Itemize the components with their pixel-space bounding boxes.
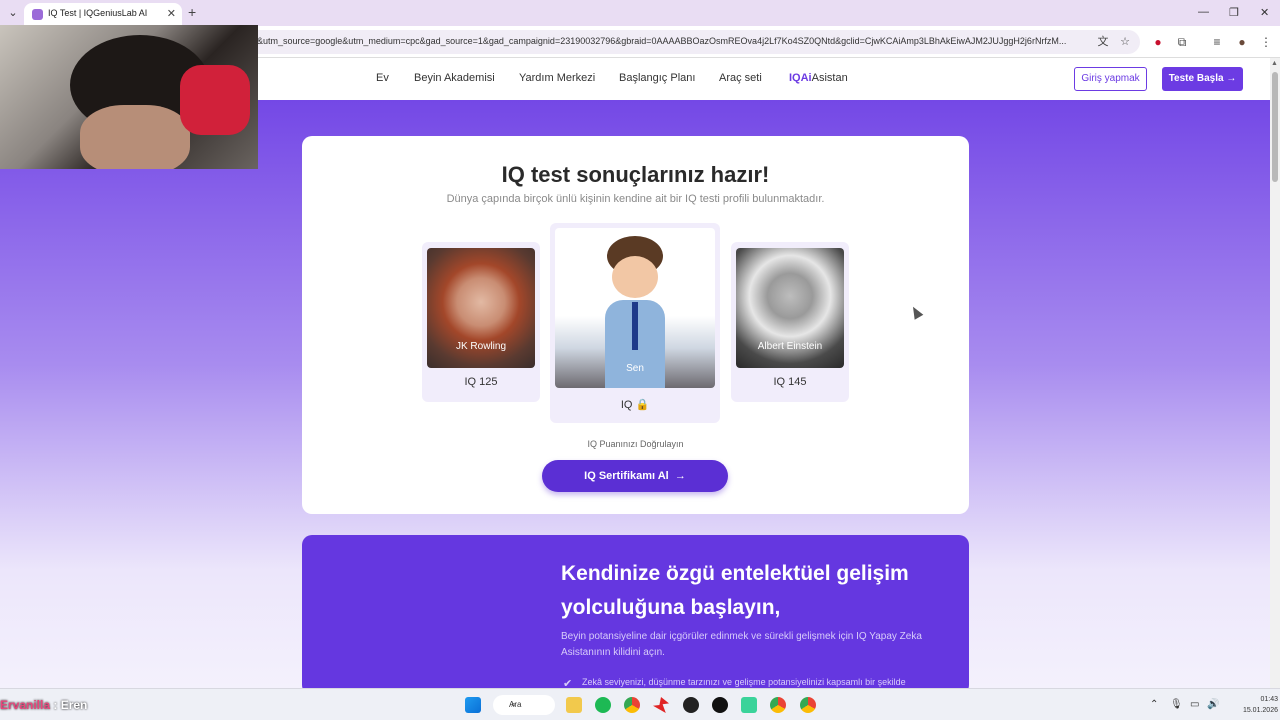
page-content: IQ test sonuçlarınız hazır! Dünya çapınd… — [0, 100, 1270, 695]
promo-section: Kendinize özgü entelektüel gelişim yolcu… — [302, 535, 969, 695]
refresh-app-icon[interactable] — [741, 697, 757, 713]
new-tab-icon[interactable]: + — [188, 4, 196, 20]
avatar-face — [612, 256, 658, 298]
arrow-right-icon: → — [1226, 73, 1237, 84]
stream-chat-separator: : — [50, 698, 61, 712]
scroll-up-icon[interactable]: ▲ — [1271, 60, 1278, 67]
taskbar-clock[interactable]: 01:43 15.01.2026 — [1226, 694, 1278, 716]
search-icon: ⌕ — [511, 699, 517, 709]
window-close-icon[interactable]: ✕ — [1260, 6, 1269, 19]
clock-time: 01:43 — [1260, 696, 1278, 703]
url-text: &utm_source=google&utm_medium=cpc&gad_so… — [257, 36, 1067, 46]
results-subtitle: Dünya çapında birçok ünlü kişinin kendin… — [446, 193, 825, 205]
verify-score-text: IQ Puanınızı Doğrulayın — [587, 439, 684, 449]
extensions-puzzle-icon[interactable]: ⧉ — [1174, 34, 1190, 50]
nav-brain-academy[interactable]: Beyin Akademisi — [414, 72, 495, 84]
results-card: IQ test sonuçlarınız hazır! Dünya çapınd… — [302, 136, 969, 514]
you-iq-locked: IQ 🔒 — [620, 399, 650, 411]
windows-taskbar: Ervanilla : Eren Ara ⌕ ⌃ 🎙 ▭ 🔊 01:43 15.… — [0, 688, 1280, 720]
start-test-button[interactable]: Teste Başla → — [1162, 67, 1243, 91]
nav-help-center[interactable]: Yardım Merkezi — [519, 72, 595, 84]
webcam-headset — [180, 65, 250, 135]
einstein-iq: IQ 145 — [773, 376, 807, 388]
browser-menu-icon[interactable]: ⋮ — [1258, 34, 1274, 50]
volume-icon[interactable]: 🔊 — [1207, 699, 1219, 710]
browser-tab[interactable]: IQ Test | IQGeniusLab AI ✕ — [24, 3, 182, 26]
lightning-app-icon[interactable] — [653, 697, 669, 713]
chrome-icon-3[interactable] — [800, 697, 816, 713]
nav-home[interactable]: Ev — [376, 72, 389, 84]
promo-title: Kendinize özgü entelektüel gelişim yolcu… — [561, 562, 909, 619]
bookmark-star-icon[interactable]: ☆ — [1117, 34, 1133, 50]
webcam-person-face — [80, 105, 190, 169]
person-card-rowling: JK Rowling IQ 125 — [422, 242, 540, 402]
nav-starter-plan[interactable]: Başlangıç Planı — [619, 72, 695, 84]
stream-chat-message: Eren — [60, 698, 88, 712]
rowling-name: JK Rowling — [455, 341, 507, 352]
login-button[interactable]: Giriş yapmak — [1074, 67, 1147, 91]
results-title: IQ test sonuçlarınız hazır! — [501, 162, 770, 187]
clock-date: 15.01.2026 — [1242, 707, 1278, 714]
microphone-icon[interactable]: 🎙 — [1170, 699, 1183, 710]
scrollbar-thumb[interactable] — [1272, 72, 1278, 182]
person-card-einstein: Albert Einstein IQ 145 — [731, 242, 849, 402]
start-test-label: Teste Başla — [1168, 73, 1224, 84]
person-card-you: Sen IQ 🔒 — [550, 223, 720, 423]
windows-start-icon[interactable] — [465, 697, 481, 713]
g-app-icon[interactable] — [712, 697, 728, 713]
tab-close-icon[interactable]: ✕ — [167, 7, 176, 20]
restore-icon[interactable]: ❐ — [1229, 6, 1239, 19]
rowling-iq: IQ 125 — [464, 376, 498, 388]
screen: ⌄ IQ Test | IQGeniusLab AI ✕ + — ❐ ✕ &ut… — [0, 0, 1280, 720]
translate-icon[interactable]: 文 — [1095, 34, 1111, 50]
einstein-photo: Albert Einstein — [736, 248, 844, 368]
get-certificate-label: IQ Sertifikamı Al — [584, 470, 669, 482]
stream-chat-name: Ervanilla — [0, 698, 51, 712]
taskbar-search[interactable]: Ara — [493, 695, 555, 715]
profile-avatar[interactable]: ● — [1234, 34, 1250, 50]
avatar-tie — [632, 302, 638, 350]
you-photo: Sen — [555, 228, 715, 388]
rowling-photo: JK Rowling — [427, 248, 535, 368]
steam-icon[interactable] — [683, 697, 699, 713]
network-icon[interactable]: ▭ — [1190, 699, 1199, 710]
iqai-brand-mark: IQAi — [789, 72, 812, 84]
promo-bullet: Zekâ seviyenizi, düşünme tarzınızı ve ge… — [582, 677, 906, 687]
nav-toolkit[interactable]: Araç seti — [719, 72, 762, 84]
promo-description: Beyin potansiyeline dair içgörüler edinm… — [561, 631, 922, 658]
einstein-name: Albert Einstein — [757, 341, 823, 352]
url-field[interactable]: &utm_source=google&utm_medium=cpc&gad_so… — [245, 30, 1140, 54]
arrow-right-icon: → — [674, 470, 686, 482]
get-certificate-button[interactable]: IQ Sertifikamı Al → — [542, 460, 728, 492]
tray-overflow-icon[interactable]: ⌃ — [1150, 699, 1158, 710]
media-controls-icon[interactable]: ≡ — [1209, 34, 1225, 50]
chrome-icon[interactable] — [624, 697, 640, 713]
site-favicon-icon — [32, 9, 43, 20]
page-scrollbar[interactable]: ▲ — [1270, 58, 1280, 688]
opera-extension-icon[interactable]: ● — [1150, 34, 1166, 50]
browser-tab-strip: ⌄ IQ Test | IQGeniusLab AI ✕ + — ❐ ✕ — [0, 0, 1280, 26]
stream-chat-overlay: Ervanilla : Eren — [0, 698, 87, 712]
file-explorer-icon[interactable] — [566, 697, 582, 713]
chrome-icon-2[interactable] — [770, 697, 786, 713]
nav-ai-assistant-label: Asistan — [811, 72, 848, 84]
webcam-overlay — [0, 25, 258, 169]
spotify-icon[interactable] — [595, 697, 611, 713]
tab-title: IQ Test | IQGeniusLab AI — [48, 8, 148, 18]
you-name: Sen — [626, 363, 644, 374]
minimize-icon[interactable]: — — [1198, 6, 1209, 18]
nav-ai-assistant[interactable]: IQAiAsistan — [789, 72, 848, 84]
tab-search-dropdown-icon[interactable]: ⌄ — [6, 6, 20, 20]
